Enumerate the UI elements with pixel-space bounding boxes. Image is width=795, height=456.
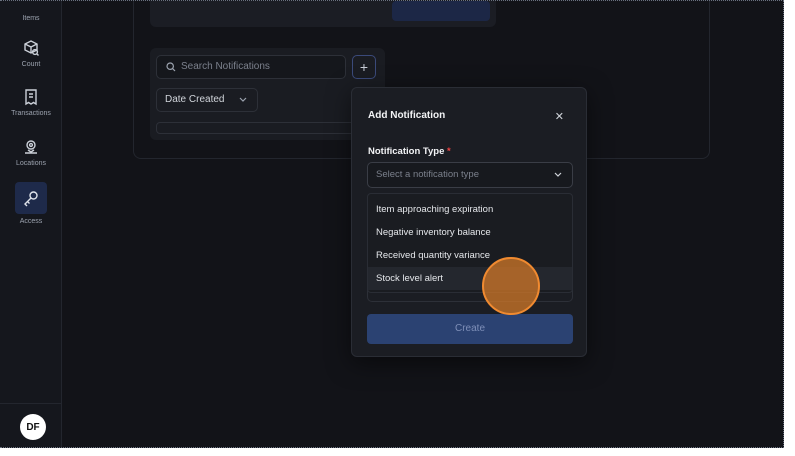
field-label-text: Notification Type (368, 146, 445, 157)
click-indicator (482, 257, 540, 315)
sidebar-item-label: Count (21, 61, 41, 68)
date-filter-label: Date Created (165, 94, 225, 105)
chevron-down-icon (554, 172, 562, 177)
date-filter-dropdown[interactable]: Date Created (156, 88, 258, 112)
sidebar-item-label: Transactions (11, 110, 51, 117)
create-button[interactable]: Create (367, 314, 573, 344)
add-notification-button[interactable]: + (352, 55, 376, 79)
select-placeholder: Select a notification type (376, 169, 479, 180)
location-pin-icon (25, 140, 37, 154)
required-marker: * (447, 146, 451, 157)
receipt-icon (25, 89, 37, 106)
option-negative-inventory-balance[interactable]: Negative inventory balance (368, 221, 572, 244)
option-stock-level-alert[interactable]: Stock level alert (368, 267, 572, 290)
sidebar-item-locations[interactable]: Locations (0, 138, 62, 167)
sidebar: Items Count Transactions Locations Acces… (0, 1, 62, 447)
option-received-quantity-variance[interactable]: Received quantity variance (368, 244, 572, 267)
box-search-icon (24, 40, 39, 56)
search-placeholder: Search Notifications (181, 61, 270, 72)
primary-button[interactable] (392, 1, 490, 21)
close-icon[interactable]: ✕ (555, 110, 564, 123)
filter-panel: Search Notifications + Date Created (150, 48, 385, 140)
option-item-approaching-expiration[interactable]: Item approaching expiration (368, 198, 572, 221)
app-window: Items Count Transactions Locations Acces… (0, 0, 784, 448)
chevron-down-icon (239, 97, 247, 102)
notification-type-select[interactable]: Select a notification type (367, 162, 573, 188)
active-indicator (15, 182, 47, 214)
notification-type-label: Notification Type * (368, 146, 451, 157)
avatar[interactable]: DF (20, 414, 46, 440)
list-header (156, 122, 379, 134)
key-icon (24, 191, 38, 207)
modal-title: Add Notification (368, 110, 446, 121)
add-notification-modal: Add Notification ✕ Notification Type * S… (351, 87, 587, 357)
sidebar-item-count[interactable]: Count (0, 39, 62, 68)
top-panel (150, 1, 496, 27)
sidebar-item-items[interactable]: Items (0, 11, 62, 22)
search-input[interactable]: Search Notifications (156, 55, 346, 79)
search-icon (166, 62, 176, 72)
sidebar-item-transactions[interactable]: Transactions (0, 88, 62, 117)
sidebar-item-label: Items (22, 15, 40, 22)
sidebar-item-label: Access (19, 218, 43, 225)
plus-icon: + (359, 59, 369, 75)
sidebar-footer: DF (0, 403, 62, 447)
sidebar-item-label: Locations (16, 160, 46, 167)
notification-type-options: Item approaching expiration Negative inv… (367, 193, 573, 293)
sidebar-item-access[interactable]: Access (0, 182, 62, 225)
